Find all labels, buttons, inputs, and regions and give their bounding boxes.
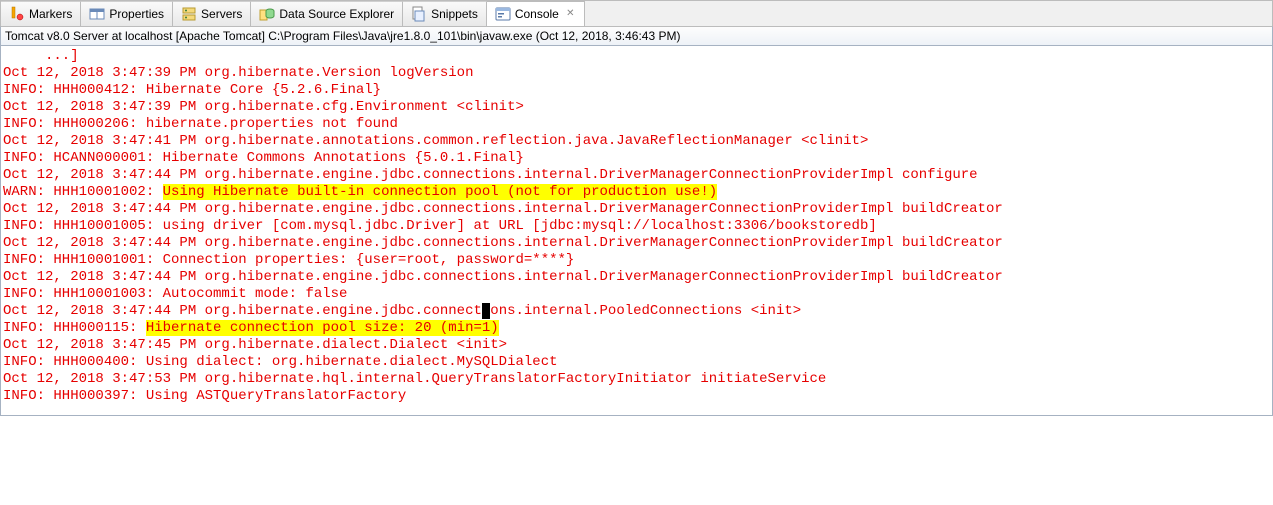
console-line: INFO: HCANN000001: Hibernate Commons Ann… bbox=[3, 150, 1270, 167]
tab-snippets[interactable]: Snippets bbox=[403, 1, 487, 26]
close-icon[interactable]: ✕ bbox=[565, 9, 576, 20]
console-line: Oct 12, 2018 3:47:44 PM org.hibernate.en… bbox=[3, 167, 1270, 184]
console-icon bbox=[495, 6, 511, 22]
console-output[interactable]: ...]Oct 12, 2018 3:47:39 PM org.hibernat… bbox=[0, 46, 1273, 416]
console-line: WARN: HHH10001002: Using Hibernate built… bbox=[3, 184, 1270, 201]
console-line: Oct 12, 2018 3:47:44 PM org.hibernate.en… bbox=[3, 303, 1270, 320]
tab-console[interactable]: Console ✕ bbox=[487, 1, 585, 26]
console-line: INFO: HHH000412: Hibernate Core {5.2.6.F… bbox=[3, 82, 1270, 99]
tab-servers[interactable]: Servers bbox=[173, 1, 251, 26]
bookmark-icon bbox=[9, 6, 25, 22]
console-line: INFO: HHH10001005: using driver [com.mys… bbox=[3, 218, 1270, 235]
properties-icon bbox=[89, 6, 105, 22]
tab-properties[interactable]: Properties bbox=[81, 1, 173, 26]
console-line: INFO: HHH000397: Using ASTQueryTranslato… bbox=[3, 388, 1270, 405]
view-tab-bar: Markers Properties Servers Data Source E… bbox=[0, 0, 1273, 26]
console-line: Oct 12, 2018 3:47:53 PM org.hibernate.hq… bbox=[3, 371, 1270, 388]
tab-data-source-explorer[interactable]: Data Source Explorer bbox=[251, 1, 403, 26]
console-line: ...] bbox=[3, 48, 1270, 65]
console-header: Tomcat v8.0 Server at localhost [Apache … bbox=[0, 26, 1273, 46]
console-line: INFO: HHH000115: Hibernate connection po… bbox=[3, 320, 1270, 337]
console-line: Oct 12, 2018 3:47:39 PM org.hibernate.cf… bbox=[3, 99, 1270, 116]
console-header-text: Tomcat v8.0 Server at localhost [Apache … bbox=[5, 29, 680, 43]
console-line: INFO: HHH10001001: Connection properties… bbox=[3, 252, 1270, 269]
console-line: INFO: HHH000400: Using dialect: org.hibe… bbox=[3, 354, 1270, 371]
console-line: Oct 12, 2018 3:47:39 PM org.hibernate.Ve… bbox=[3, 65, 1270, 82]
tab-label: Console bbox=[515, 7, 559, 21]
servers-icon bbox=[181, 6, 197, 22]
console-line: Oct 12, 2018 3:47:44 PM org.hibernate.en… bbox=[3, 235, 1270, 252]
console-line: Oct 12, 2018 3:47:44 PM org.hibernate.en… bbox=[3, 269, 1270, 286]
snippet-icon bbox=[411, 6, 427, 22]
tab-label: Markers bbox=[29, 7, 72, 21]
tab-label: Properties bbox=[109, 7, 164, 21]
console-line: Oct 12, 2018 3:47:45 PM org.hibernate.di… bbox=[3, 337, 1270, 354]
tab-label: Snippets bbox=[431, 7, 478, 21]
tab-label: Servers bbox=[201, 7, 242, 21]
datasource-icon bbox=[259, 6, 275, 22]
console-line: INFO: HHH000206: hibernate.properties no… bbox=[3, 116, 1270, 133]
console-line: Oct 12, 2018 3:47:41 PM org.hibernate.an… bbox=[3, 133, 1270, 150]
tab-markers[interactable]: Markers bbox=[1, 1, 81, 26]
console-line: INFO: HHH10001003: Autocommit mode: fals… bbox=[3, 286, 1270, 303]
console-line: Oct 12, 2018 3:47:44 PM org.hibernate.en… bbox=[3, 201, 1270, 218]
tab-label: Data Source Explorer bbox=[279, 7, 394, 21]
